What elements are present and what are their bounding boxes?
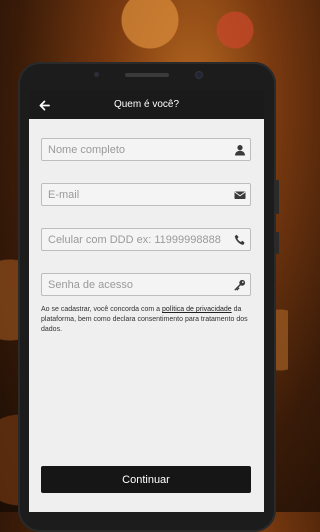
arrow-left-icon bbox=[39, 100, 50, 110]
sensor bbox=[94, 72, 99, 77]
password-input[interactable] bbox=[42, 277, 230, 292]
earpiece-speaker bbox=[125, 73, 169, 77]
password-field[interactable] bbox=[41, 273, 251, 296]
notice-text-before: Ao se cadastrar, você concorda com a bbox=[41, 306, 163, 313]
name-input[interactable] bbox=[42, 142, 230, 157]
signup-form: Ao se cadastrar, você concorda com a pol… bbox=[29, 119, 264, 512]
email-field[interactable] bbox=[41, 183, 251, 206]
privacy-notice: Ao se cadastrar, você concorda com a pol… bbox=[41, 305, 253, 335]
power-button bbox=[276, 232, 279, 254]
name-field[interactable] bbox=[41, 138, 251, 161]
app-screen: Quem é você? Nome completo E-mail Celula… bbox=[29, 90, 264, 512]
envelope-icon bbox=[234, 191, 246, 199]
continue-button[interactable]: Continuar bbox=[41, 466, 251, 493]
phone-input[interactable] bbox=[42, 232, 230, 247]
phone-icon bbox=[234, 234, 245, 245]
back-button[interactable] bbox=[35, 96, 53, 114]
email-input[interactable] bbox=[42, 187, 230, 202]
front-camera bbox=[195, 71, 203, 79]
privacy-policy-link[interactable]: política de privacidade bbox=[162, 306, 232, 313]
user-icon bbox=[235, 145, 245, 156]
volume-button bbox=[276, 180, 279, 214]
phone-field[interactable] bbox=[41, 228, 251, 251]
key-icon bbox=[234, 279, 246, 291]
page-title: Quem é você? bbox=[113, 99, 180, 110]
app-bar: Quem é você? bbox=[29, 90, 264, 119]
